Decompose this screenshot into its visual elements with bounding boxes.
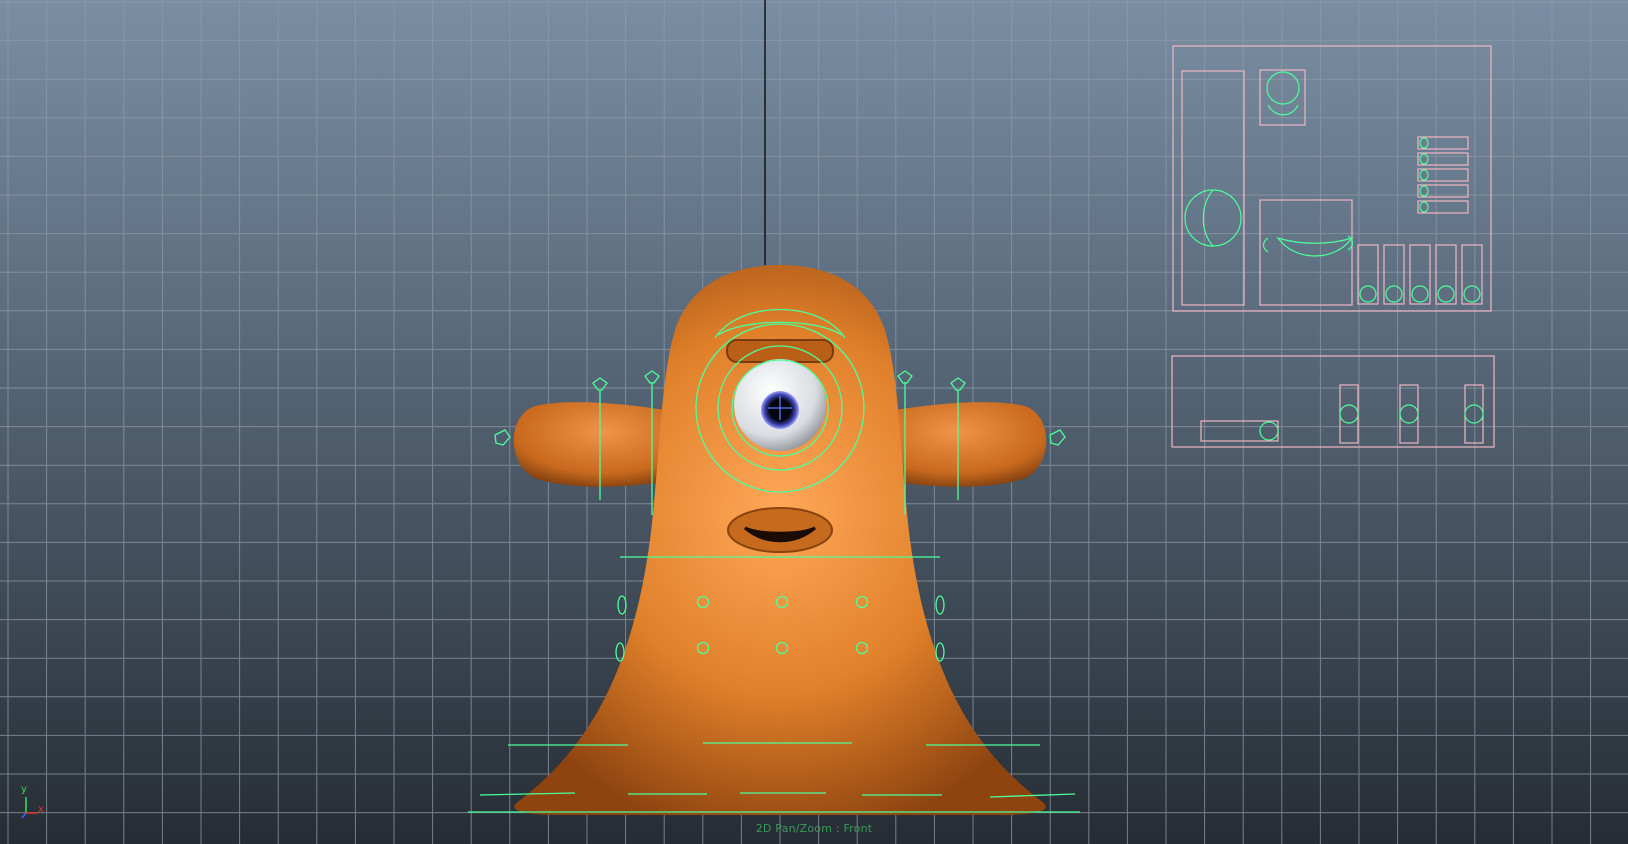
picker-panel-bottom[interactable] bbox=[1171, 355, 1495, 448]
axis-x-label: x bbox=[38, 804, 44, 815]
mouth-socket bbox=[727, 507, 833, 553]
viewport-scene[interactable] bbox=[0, 0, 1628, 844]
character-mesh[interactable] bbox=[513, 265, 1047, 815]
picker-panel-top[interactable] bbox=[1172, 45, 1492, 312]
camera-label: 2D Pan/Zoom : Front bbox=[755, 822, 873, 835]
view-axis-gizmo bbox=[21, 797, 38, 819]
maya-viewport[interactable]: y x 2D Pan/Zoom : Front bbox=[0, 0, 1628, 844]
axis-y-label: y bbox=[21, 784, 27, 795]
